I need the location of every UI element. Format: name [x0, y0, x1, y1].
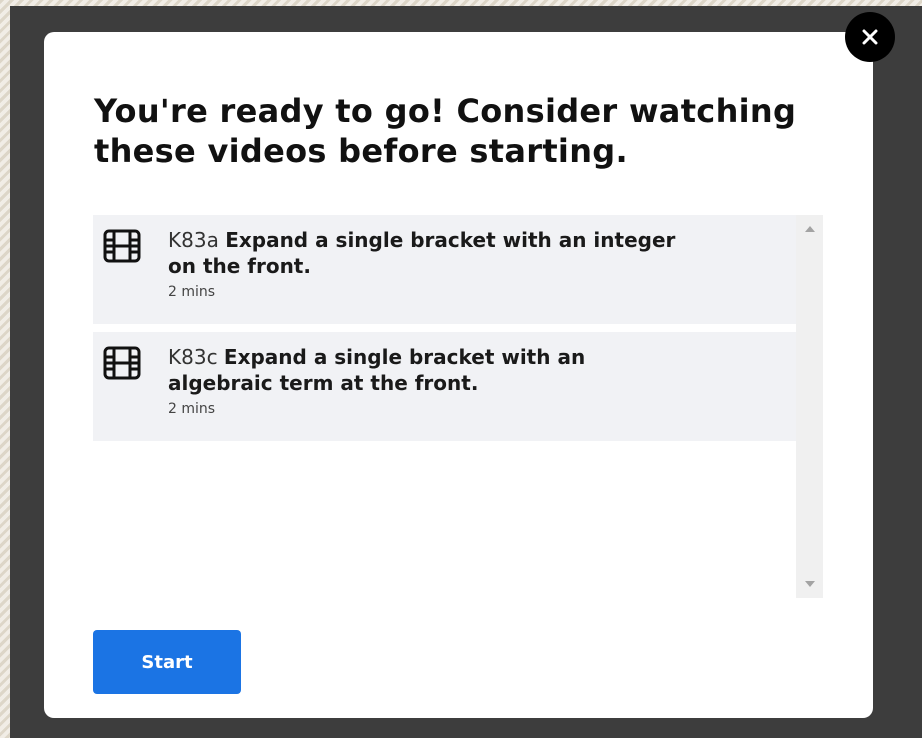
close-button[interactable]	[845, 12, 895, 62]
video-title: K83c Expand a single bracket with an alg…	[168, 344, 688, 396]
video-title: K83a Expand a single bracket with an int…	[168, 227, 688, 279]
video-name: Expand a single bracket with an algebrai…	[168, 345, 586, 395]
video-text: K83a Expand a single bracket with an int…	[168, 227, 688, 301]
close-icon	[862, 29, 878, 45]
video-list: K83a Expand a single bracket with an int…	[93, 215, 823, 598]
video-name: Expand a single bracket with an integer …	[168, 228, 676, 278]
dialog-heading: You're ready to go! Consider watching th…	[94, 92, 797, 170]
video-text: K83c Expand a single bracket with an alg…	[168, 344, 688, 418]
video-list-scrollbar[interactable]	[796, 215, 823, 598]
scroll-up-arrow-icon[interactable]	[805, 226, 815, 232]
video-item-k83a[interactable]: K83a Expand a single bracket with an int…	[93, 215, 796, 324]
film-icon	[103, 346, 141, 380]
video-suggestion-dialog: You're ready to go! Consider watching th…	[44, 32, 873, 718]
video-code: K83c	[168, 345, 218, 369]
video-duration: 2 mins	[168, 401, 216, 417]
video-duration: 2 mins	[168, 284, 216, 300]
start-button[interactable]: Start	[93, 630, 241, 694]
video-item-k83c[interactable]: K83c Expand a single bracket with an alg…	[93, 332, 796, 441]
scroll-down-arrow-icon[interactable]	[805, 581, 815, 587]
video-code: K83a	[168, 228, 219, 252]
film-icon	[103, 229, 141, 263]
